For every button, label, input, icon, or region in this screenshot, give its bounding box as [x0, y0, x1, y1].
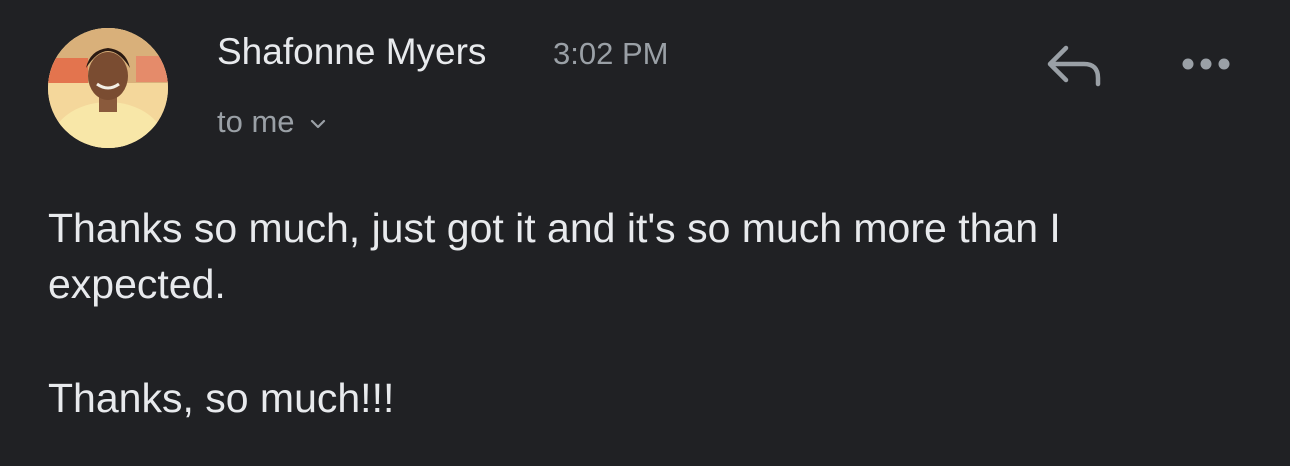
message-time: 3:02 PM	[553, 36, 669, 71]
sender-name: Shafonne Myers	[217, 31, 487, 72]
chevron-down-icon	[309, 115, 327, 133]
sender-avatar[interactable]	[48, 28, 168, 148]
body-paragraph: Thanks, so much!!!	[48, 375, 395, 421]
more-options-button[interactable]	[1176, 44, 1236, 84]
recipient-details-toggle[interactable]: to me	[217, 102, 327, 142]
recipient-label: to me	[217, 104, 295, 139]
more-horizontal-icon	[1182, 58, 1230, 70]
message-body: Thanks so much, just got it and it's so …	[48, 200, 1248, 426]
reply-button[interactable]	[1040, 36, 1106, 92]
reply-icon	[1047, 45, 1101, 87]
avatar-photo-icon	[48, 28, 168, 148]
body-paragraph: Thanks so much, just got it and it's so …	[48, 205, 1061, 307]
email-message: Shafonne Myers 3:02 PM to me Thanks so m…	[0, 0, 1290, 466]
